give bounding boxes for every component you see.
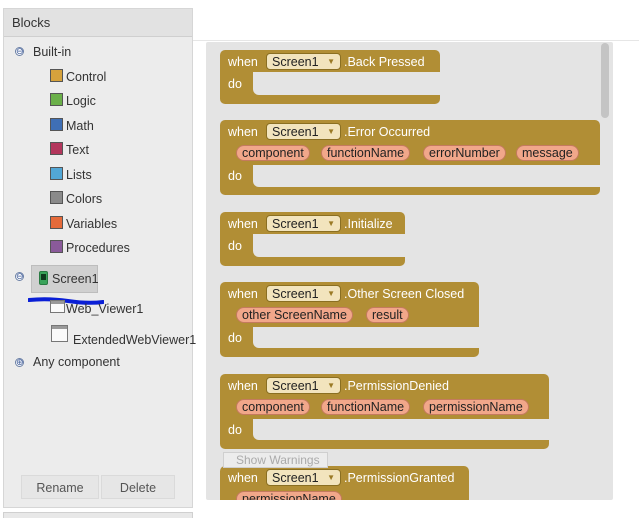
event-name: .Initialize [344,217,393,231]
tree-item-screen1[interactable]: Screen1 [31,265,99,293]
dropdown-value: Screen1 [272,379,319,393]
sidebar-item-label: Control [66,70,107,84]
delete-button[interactable]: Delete [101,475,175,499]
when-label: when [228,125,258,139]
lists-color-icon [50,167,63,180]
do-label: do [228,239,242,253]
when-label: when [228,471,258,485]
chevron-down-icon: ▼ [327,127,335,136]
logic-color-icon [50,93,63,106]
workspace-scrollbar[interactable] [601,43,609,118]
dropdown-value: Screen1 [272,55,319,69]
colors-color-icon [50,191,63,204]
component-dropdown[interactable]: Screen1 ▼ [266,53,341,70]
chevron-down-icon: ▼ [327,57,335,66]
sidebar-item-label: Variables [66,217,118,231]
dropdown-value: Screen1 [272,125,319,139]
component-dropdown[interactable]: Screen1 ▼ [266,215,341,232]
sidebar-item-label: Procedures [66,241,130,255]
sidebar-item-label: Logic [66,94,96,108]
phone-icon [39,271,48,285]
procedures-color-icon [50,240,63,253]
divider [193,40,639,41]
param-result[interactable]: result [366,307,409,323]
screen1-label: Screen1 [52,272,99,286]
sidebar-item-label: Math [66,119,94,133]
param-permission-name[interactable]: permissionName [423,399,529,415]
param-function-name[interactable]: functionName [321,145,411,161]
param-component[interactable]: component [236,145,310,161]
tree-item-any-component[interactable]: Any component [33,352,120,372]
screen1-collapse-icon[interactable]: ⊖ [15,272,24,281]
web-viewer-icon [50,300,65,313]
when-label: when [228,379,258,393]
chevron-down-icon: ▼ [327,219,335,228]
when-label: when [228,55,258,69]
do-label: do [228,423,242,437]
component-dropdown[interactable]: Screen1 ▼ [266,469,341,486]
tree-item-builtin[interactable]: Built-in [33,42,71,62]
blocks-panel-header: Blocks [4,9,192,37]
sidebar-item-label: Text [66,143,89,157]
event-name: .Other Screen Closed [344,287,465,301]
do-label: do [228,169,242,183]
extension-icon [51,325,68,342]
control-color-icon [50,69,63,82]
do-label: do [228,331,242,345]
component-dropdown[interactable]: Screen1 ▼ [266,377,341,394]
do-label: do [228,77,242,91]
event-name: .Error Occurred [344,125,431,139]
when-label: when [228,287,258,301]
chevron-down-icon: ▼ [327,473,335,482]
param-message[interactable]: message [516,145,579,161]
chevron-down-icon: ▼ [327,289,335,298]
param-component[interactable]: component [236,399,310,415]
when-label: when [228,217,258,231]
component-label: Web_Viewer1 [66,302,144,316]
component-dropdown[interactable]: Screen1 ▼ [266,285,341,302]
rename-button[interactable]: Rename [21,475,99,499]
any-component-expand-icon[interactable]: ⊕ [15,358,24,367]
sidebar-item-label: Colors [66,192,103,206]
bottom-panel-edge [3,512,193,518]
param-other-screen-name[interactable]: other ScreenName [236,307,353,323]
event-name: .Back Pressed [344,55,425,69]
dropdown-value: Screen1 [272,287,319,301]
param-error-number[interactable]: errorNumber [423,145,506,161]
event-name: .PermissionGranted [344,471,455,485]
dropdown-value: Screen1 [272,471,319,485]
text-color-icon [50,142,63,155]
blocks-panel: Blocks ⊖ Built-in Control Logic Math Tex… [3,8,197,508]
component-label: ExtendedWebViewer1 [73,333,197,347]
math-color-icon [50,118,63,131]
component-dropdown[interactable]: Screen1 ▼ [266,123,341,140]
blocks-workspace[interactable]: when Screen1 ▼ .Back Pressed do when Scre… [206,42,613,500]
dropdown-value: Screen1 [272,217,319,231]
show-warnings-button[interactable]: Show Warnings [223,452,328,468]
param-function-name[interactable]: functionName [321,399,411,415]
variables-color-icon [50,216,63,229]
param-permission-name[interactable]: permissionName [236,491,342,500]
event-name: .PermissionDenied [344,379,449,393]
builtin-collapse-icon[interactable]: ⊖ [15,47,24,56]
chevron-down-icon: ▼ [327,381,335,390]
sidebar-item-label: Lists [66,168,92,182]
